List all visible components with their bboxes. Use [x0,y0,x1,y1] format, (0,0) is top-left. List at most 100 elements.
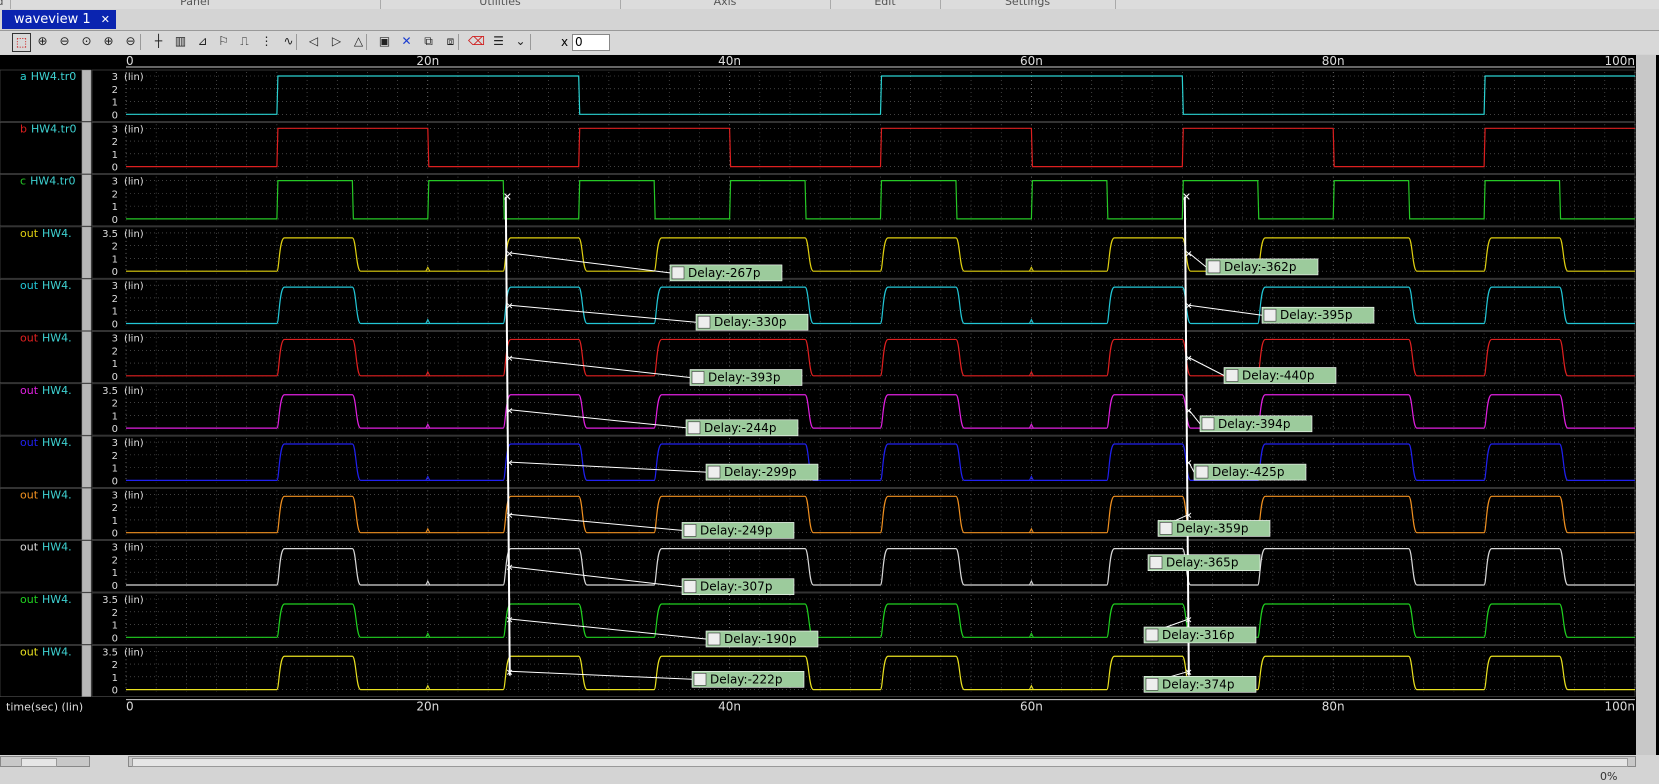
signal-panel[interactable]: out HW4. 3.5210(lin) [0,226,1636,279]
dropdown-icon[interactable]: ⌄ [512,33,529,50]
signal-panel[interactable]: out HW4. 3210(lin) [0,540,1636,593]
panel-splitter[interactable] [81,540,92,593]
signal-panel[interactable]: out HW4. 3.5210(lin) [0,383,1636,436]
zoom-in-icon[interactable]: ⊕ [34,33,51,50]
x-value-input[interactable]: 0 [572,34,610,51]
delay-icon [1149,556,1163,570]
stack-icon[interactable]: ☰ [490,33,507,50]
signal-name[interactable]: out HW4. [20,332,72,345]
panel-splitter[interactable] [81,226,92,279]
delay-value: Delay:-299p [724,465,796,479]
menu-panel[interactable]: Panel [10,0,381,9]
cursor-cross-icon[interactable]: ┼ [150,33,167,50]
delay-value: Delay:-330p [714,315,786,329]
time-scroll-thumb[interactable] [132,758,1628,767]
eraser-icon[interactable]: ⌫ [468,33,485,50]
y-tick-label: 2 [112,294,118,305]
next-icon[interactable]: ▷ [328,33,345,50]
signal-prefix: out [20,593,39,606]
zoom-in-x-icon[interactable]: ⊕ [100,33,117,50]
signal-name[interactable]: out HW4. [20,227,72,240]
analog-icon[interactable]: ∿ [280,33,297,50]
y-tick-label: 0 [112,529,118,540]
plot-area[interactable] [91,122,1636,174]
signal-panel[interactable]: out HW4. 3210(lin) [0,278,1636,331]
time-scrollbar[interactable] [128,756,1636,767]
signal-panel[interactable]: out HW4. 3210(lin) [0,488,1636,540]
marker-icon[interactable]: ⚐ [215,33,232,50]
y-tick-label: 1 [112,673,118,684]
cursor-marker-icon[interactable]: ✕ [503,191,512,204]
delay-icon [1201,417,1215,431]
panel-splitter[interactable] [81,435,92,488]
plot-area[interactable] [91,644,1636,697]
pulse-icon[interactable]: ⎍ [236,33,253,50]
signal-panel[interactable]: out HW4. 3.5210(lin) [0,644,1636,697]
y-tick-label: 3 [112,72,118,83]
copy-icon[interactable]: ⧉ [420,33,437,50]
panel-icon[interactable]: ▣ [376,33,393,50]
menu-utilities[interactable]: Utilities [380,0,621,9]
signal-name[interactable]: out HW4. [20,593,72,606]
tab-waveview-1[interactable]: waveview 1 ✕ [2,10,116,29]
menu-edit[interactable]: Edit [830,0,941,9]
signal-name[interactable]: out HW4. [20,488,72,501]
signal-name[interactable]: out HW4. [20,436,72,449]
top-axis [0,55,1636,68]
panel-splitter[interactable] [81,69,92,122]
plot-area[interactable] [91,383,1636,436]
panel-splitter[interactable] [81,278,92,331]
close-icon[interactable]: ✕ [101,13,110,26]
panel-splitter[interactable] [81,645,92,697]
waveform-panel[interactable]: 0 20n 40n 60n 80n 100n a HW4.tr0 3 2 1 0 (lin) b HW4.t… [0,55,1659,755]
y-tick-label: 0 [112,424,118,435]
bus-icon[interactable]: ⋮ [258,33,275,50]
signal-name[interactable]: out HW4. [20,279,72,292]
panel-splitter[interactable] [81,592,92,645]
panel-splitter[interactable] [81,383,92,436]
signal-panel[interactable]: b HW4.tr0 3 2 1 0 (lin) [0,122,1636,174]
signal-name[interactable]: out HW4. [20,384,72,397]
panel-splitter[interactable] [81,122,92,174]
edge-icon[interactable]: △ [350,33,367,50]
y-tick-label: 0 [112,215,118,226]
cursor-marker-icon[interactable]: ✕ [1182,191,1191,204]
menu-axis[interactable]: Axis [620,0,831,9]
delay-value: Delay:-267p [688,266,760,280]
signal-name[interactable]: out HW4. [20,645,72,658]
waveform-chart[interactable]: 0 20n 40n 60n 80n 100na HW4.tr0 3210(lin)b HW4.t… [0,55,1636,755]
delete-icon[interactable]: ✕ [398,33,415,50]
vertical-scrollbar[interactable] [1636,55,1656,755]
delay-point-icon: ✕ [1185,302,1193,312]
paste-icon[interactable]: ⧈ [442,33,459,50]
y-tick-label: 3.5 [102,647,118,658]
panel-splitter[interactable] [81,174,92,227]
y-tick-label: 2 [112,85,118,96]
zoom-box-icon[interactable]: ⬚ [12,33,31,52]
signal-list-scrollbar[interactable] [0,756,90,767]
menu-settings[interactable]: Settings [940,0,1116,9]
delay-point-icon: ✕ [506,407,514,417]
grid-icon[interactable]: ▥ [172,33,189,50]
plot-area[interactable] [91,226,1636,279]
signal-panel[interactable]: c HW4.tr0 32 1 0 (lin) [0,174,1636,227]
zoom-out-icon[interactable]: ⊖ [56,33,73,50]
delay-point-icon: ✕ [506,511,514,521]
signal-panel[interactable]: out HW4. 3210(lin) [0,331,1636,384]
panel-splitter[interactable] [81,488,92,540]
zoom-out-x-icon[interactable]: ⊖ [122,33,139,50]
measure-icon[interactable]: ⊿ [194,33,211,50]
signal-file: HW4. [42,436,72,449]
signal-file: HW4.tr0 [31,122,76,135]
delay-icon [1207,260,1221,274]
panel-splitter[interactable] [81,331,92,384]
menu-bar: dPanelUtilitiesAxisEditSettings [0,0,1659,9]
prev-icon[interactable]: ◁ [305,33,322,50]
plot-area[interactable] [91,69,1636,122]
signal-list-scroll-thumb[interactable] [21,758,57,767]
plot-area[interactable] [91,174,1636,227]
signal-panel[interactable]: a HW4.tr0 3 2 10 (lin) [0,69,1636,122]
zoom-fit-icon[interactable]: ⊙ [78,33,95,50]
signal-name[interactable]: out HW4. [20,541,72,554]
plot-area[interactable] [91,592,1636,645]
